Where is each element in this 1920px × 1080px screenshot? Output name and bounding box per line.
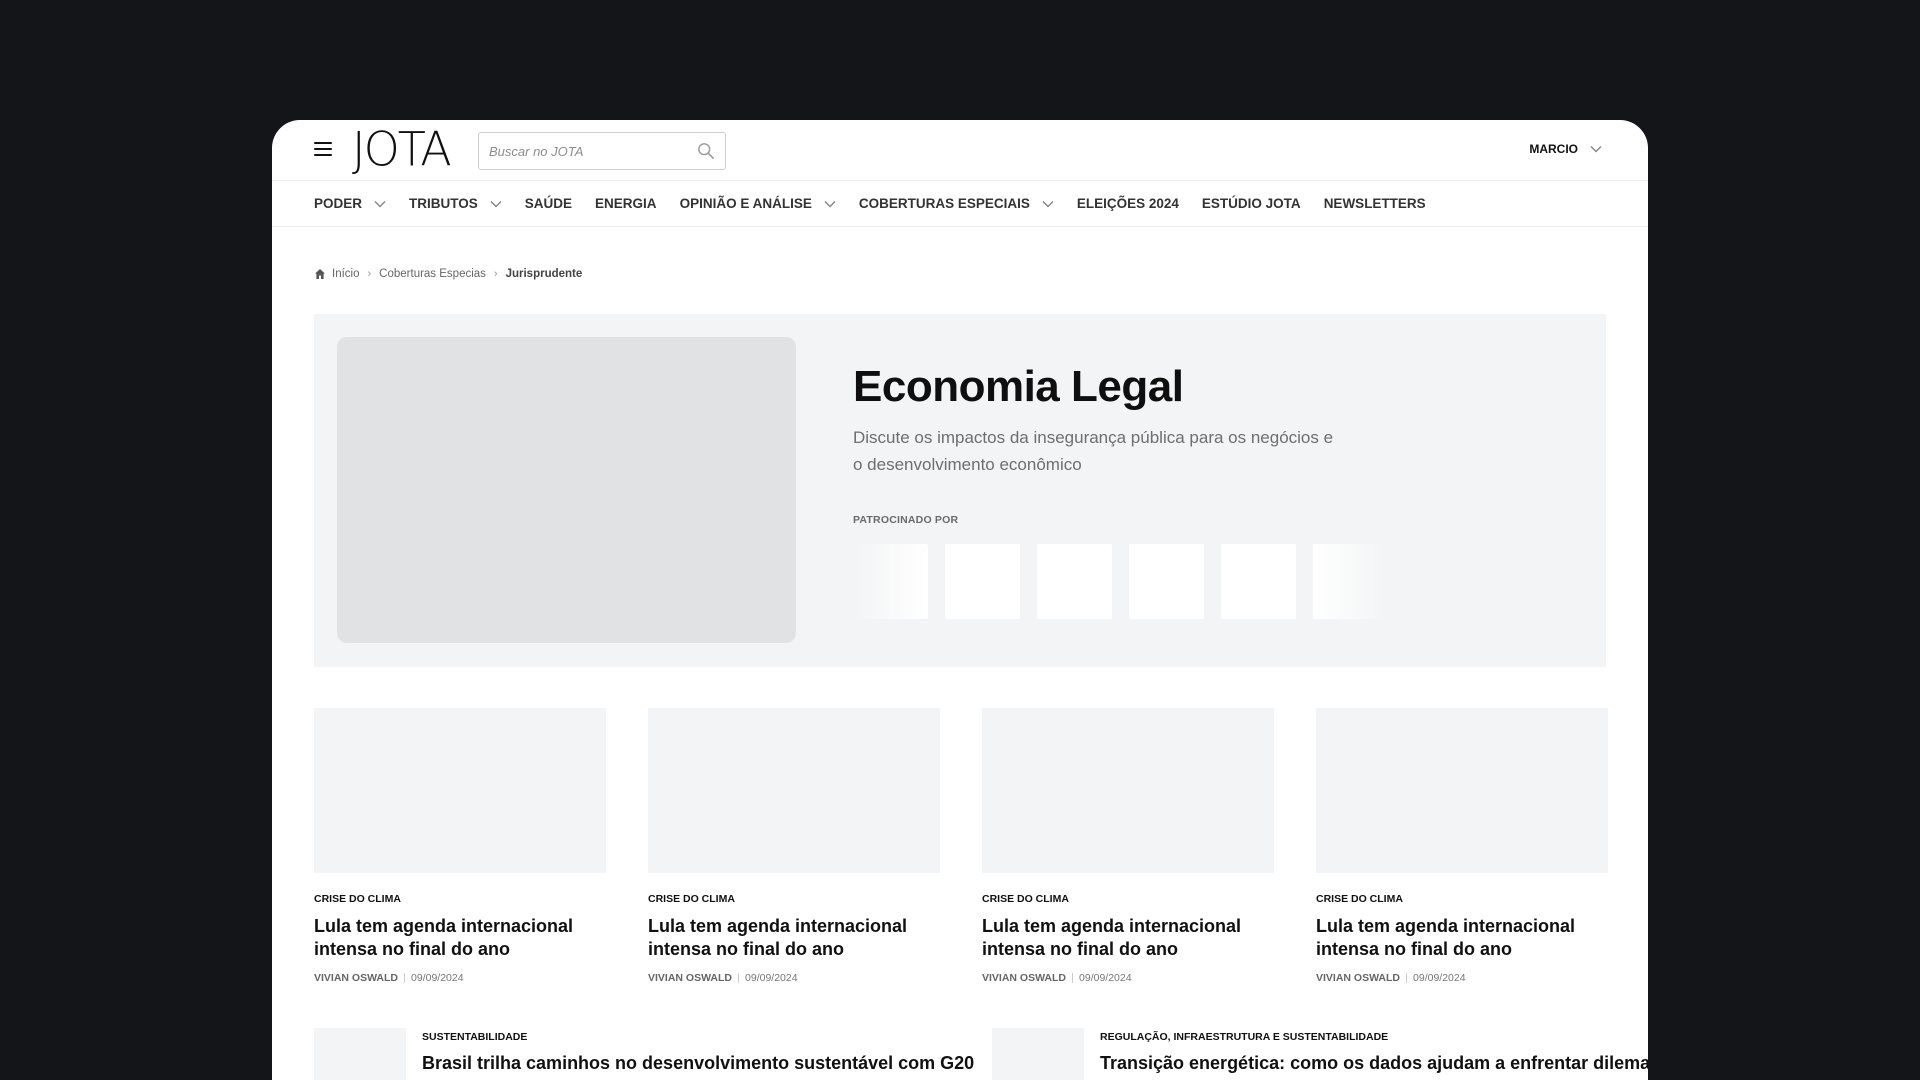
- sponsor-carousel: [853, 544, 1388, 619]
- article-date: 09/09/2024: [411, 972, 464, 984]
- nav-item-opiniao-e-analise[interactable]: OPINIÃO E ANÁLISE: [680, 196, 836, 211]
- article-category[interactable]: REGULAÇÃO, INFRAESTRUTURA E SUSTENTABILI…: [1100, 1031, 1648, 1043]
- article-title[interactable]: Lula tem agenda internacional intensa no…: [1316, 915, 1608, 961]
- nav-item-eleicoes-2024[interactable]: ELEIÇÕES 2024: [1077, 196, 1179, 211]
- article-date: 09/09/2024: [1079, 972, 1132, 984]
- article-category[interactable]: CRISE DO CLIMA: [648, 893, 940, 905]
- list-item[interactable]: REGULAÇÃO, INFRAESTRUTURA E SUSTENTABILI…: [992, 1028, 1648, 1080]
- chevron-down-icon: [1042, 200, 1054, 208]
- chevron-down-icon: [374, 200, 386, 208]
- article-author[interactable]: VIVIAN OSWALD: [648, 972, 732, 984]
- hero-banner: Economia Legal Discute os impactos da in…: [314, 314, 1606, 667]
- sponsor-logo[interactable]: [1037, 544, 1112, 619]
- browser-frame: JOTA Buscar no JOTA MARCIO PODER TRIBUTOS…: [272, 120, 1648, 1080]
- logo[interactable]: JOTA: [352, 126, 452, 173]
- article-date: 09/09/2024: [745, 972, 798, 984]
- main-nav: PODER TRIBUTOS SAÚDE ENERGIA OPINIÃO E ANÁLI…: [314, 181, 1606, 226]
- nav-item-label: OPINIÃO E ANÁLISE: [679, 196, 812, 211]
- article-author[interactable]: VIVIAN OSWALD: [982, 972, 1066, 984]
- nav-item-poder[interactable]: PODER: [314, 196, 386, 211]
- article-card[interactable]: CRISE DO CLIMA Lula tem agenda internaci…: [314, 708, 606, 984]
- nav-item-label: SAÚDE: [524, 196, 573, 211]
- search-input[interactable]: Buscar no JOTA: [478, 132, 726, 170]
- meta-divider: [738, 973, 740, 983]
- hero-description: Discute os impactos da insegurança públi…: [853, 428, 1334, 474]
- chevron-down-icon: [824, 200, 836, 208]
- nav-item-label: COBERTURAS ESPECIAIS: [858, 196, 1030, 211]
- nav-item-coberturas-especiais[interactable]: COBERTURAS ESPECIAIS: [859, 196, 1054, 211]
- meta-divider: [1406, 973, 1408, 983]
- chevron-down-icon: [490, 200, 502, 208]
- breadcrumb-section[interactable]: Coberturas Especias: [379, 268, 486, 280]
- article-list: SUSTENTABILIDADE Brasil trilha caminhos …: [314, 1028, 1648, 1080]
- article-category[interactable]: SUSTENTABILIDADE: [422, 1031, 974, 1043]
- article-meta: VIVIAN OSWALD 09/09/2024: [982, 972, 1274, 984]
- article-category[interactable]: CRISE DO CLIMA: [982, 893, 1274, 905]
- article-thumbnail[interactable]: [314, 1028, 406, 1080]
- article-image[interactable]: [1316, 708, 1608, 873]
- breadcrumb-current: Jurisprudente: [505, 268, 583, 280]
- nav-divider: [272, 226, 1648, 227]
- nav-item-label: PODER: [314, 196, 363, 211]
- breadcrumb: Início › Coberturas Especias › Jurisprud…: [314, 268, 582, 280]
- article-title[interactable]: Lula tem agenda internacional intensa no…: [982, 915, 1274, 961]
- article-meta: VIVIAN OSWALD 09/09/2024: [648, 972, 940, 984]
- sponsor-logo[interactable]: [1221, 544, 1296, 619]
- sponsor-logo[interactable]: [945, 544, 1020, 619]
- nav-item-tributos[interactable]: TRIBUTOS: [409, 196, 502, 211]
- chevron-down-icon: [1590, 145, 1602, 153]
- chevron-right-icon: ›: [493, 268, 498, 280]
- nav-item-label: TRIBUTOS: [409, 196, 478, 211]
- article-category[interactable]: CRISE DO CLIMA: [1316, 893, 1608, 905]
- user-name: MARCIO: [1529, 142, 1578, 156]
- hero-image: [337, 337, 796, 643]
- article-title[interactable]: Brasil trilha caminhos no desenvolviment…: [422, 1053, 974, 1074]
- nav-item-label: ESTÚDIO JOTA: [1201, 196, 1301, 211]
- nav-item-energia[interactable]: ENERGIA: [595, 196, 657, 211]
- article-author[interactable]: VIVIAN OSWALD: [1316, 972, 1400, 984]
- article-author[interactable]: VIVIAN OSWALD: [314, 972, 398, 984]
- nav-item-label: ELEIÇÕES 2024: [1076, 196, 1179, 211]
- hero-title: Economia Legal: [853, 362, 1184, 411]
- article-meta: VIVIAN OSWALD 09/09/2024: [314, 972, 606, 984]
- article-image[interactable]: [982, 708, 1274, 873]
- article-date: 09/09/2024: [1413, 972, 1466, 984]
- article-card[interactable]: CRISE DO CLIMA Lula tem agenda internaci…: [1316, 708, 1608, 984]
- article-image[interactable]: [648, 708, 940, 873]
- nav-item-saude[interactable]: SAÚDE: [525, 196, 572, 211]
- chevron-right-icon: ›: [367, 268, 372, 280]
- sponsor-logo[interactable]: [1313, 544, 1388, 619]
- user-menu[interactable]: MARCIO: [1529, 142, 1602, 156]
- nav-item-estudio-jota[interactable]: ESTÚDIO JOTA: [1202, 196, 1301, 211]
- sponsor-logo[interactable]: [1129, 544, 1204, 619]
- meta-divider: [1072, 973, 1074, 983]
- home-icon[interactable]: [314, 268, 326, 280]
- article-meta: VIVIAN OSWALD 09/09/2024: [1316, 972, 1608, 984]
- nav-item-newsletters[interactable]: NEWSLETTERS: [1324, 196, 1426, 211]
- top-bar: JOTA Buscar no JOTA MARCIO: [272, 120, 1648, 181]
- sponsor-label: PATROCINADO POR: [853, 514, 959, 526]
- nav-item-label: NEWSLETTERS: [1323, 196, 1426, 211]
- article-card[interactable]: CRISE DO CLIMA Lula tem agenda internaci…: [982, 708, 1274, 984]
- article-image[interactable]: [314, 708, 606, 873]
- article-card[interactable]: CRISE DO CLIMA Lula tem agenda internaci…: [648, 708, 940, 984]
- article-thumbnail[interactable]: [992, 1028, 1084, 1080]
- search-placeholder: Buscar no JOTA: [489, 143, 584, 159]
- meta-divider: [404, 973, 406, 983]
- search-icon[interactable]: [697, 142, 715, 160]
- article-grid: CRISE DO CLIMA Lula tem agenda internaci…: [314, 708, 1608, 984]
- article-category[interactable]: CRISE DO CLIMA: [314, 893, 606, 905]
- article-title[interactable]: Lula tem agenda internacional intensa no…: [648, 915, 940, 961]
- sponsor-logo[interactable]: [853, 544, 928, 619]
- article-title[interactable]: Lula tem agenda internacional intensa no…: [314, 915, 606, 961]
- article-title[interactable]: Transição energética: como os dados ajud…: [1100, 1053, 1648, 1074]
- menu-icon[interactable]: [314, 142, 332, 158]
- nav-item-label: ENERGIA: [595, 196, 657, 211]
- breadcrumb-home[interactable]: Início: [332, 268, 360, 280]
- list-item[interactable]: SUSTENTABILIDADE Brasil trilha caminhos …: [314, 1028, 974, 1080]
